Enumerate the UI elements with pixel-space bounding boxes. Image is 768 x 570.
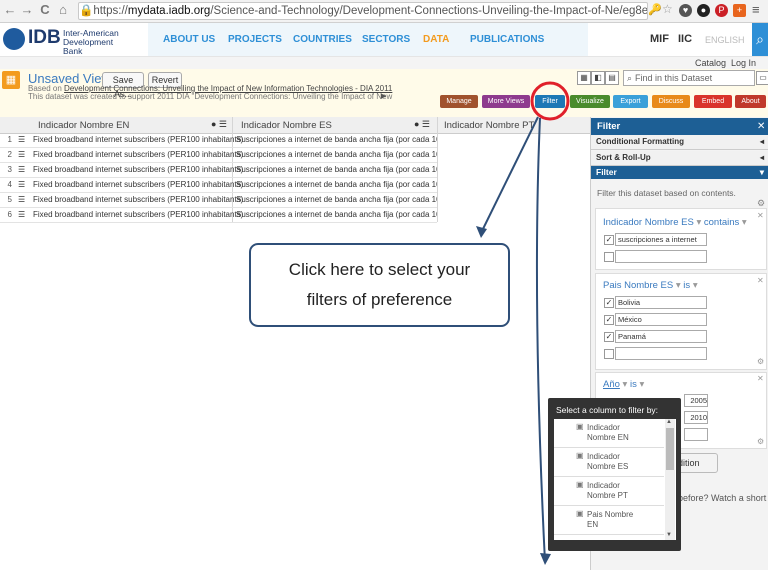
column-option[interactable]: ▣ Indicador Nombre PT	[554, 477, 664, 506]
column-option[interactable]: ▣ Indicador Nombre ES	[554, 448, 664, 477]
option-line-2: Nombre PT	[587, 491, 628, 500]
text-column-icon: ▣	[576, 480, 584, 489]
option-line-2: EN	[587, 520, 599, 529]
scrollbar-thumb[interactable]	[666, 428, 674, 470]
callout-line-1: Click here to select your	[288, 260, 471, 279]
column-option[interactable]: ▣ Indicador Nombre EN	[554, 419, 664, 448]
option-line-1: Indicador	[587, 423, 620, 432]
option-line-1: Indicador	[587, 481, 620, 490]
text-column-icon: ▣	[576, 451, 584, 460]
arrow-head-icon	[476, 226, 487, 238]
option-line-1: Indicador	[587, 452, 620, 461]
text-column-icon: ▣	[576, 509, 584, 518]
text-column-icon: ▣	[576, 422, 584, 431]
column-picker-list: ▣ Indicador Nombre EN ▣ Indicador Nombre ES …	[554, 419, 676, 540]
arrow-line	[480, 116, 539, 234]
scroll-up-icon[interactable]: ▲	[666, 419, 672, 425]
callout-line-2: filters of preference	[306, 290, 453, 309]
option-line-2: Nombre EN	[587, 433, 629, 442]
option-line-2: Nombre ES	[587, 462, 629, 471]
option-line-1: Pais Nombre	[587, 510, 634, 519]
highlight-circle	[530, 81, 570, 121]
arrow-line	[535, 117, 546, 563]
scroll-down-icon[interactable]: ▼	[666, 532, 672, 538]
instruction-callout: Click here to select your filters of pre…	[249, 243, 510, 327]
column-option[interactable]: ▣ Pais Nombre EN	[554, 506, 664, 535]
arrow-head-icon	[540, 553, 551, 565]
column-picker-title: Select a column to filter by:	[556, 405, 659, 415]
